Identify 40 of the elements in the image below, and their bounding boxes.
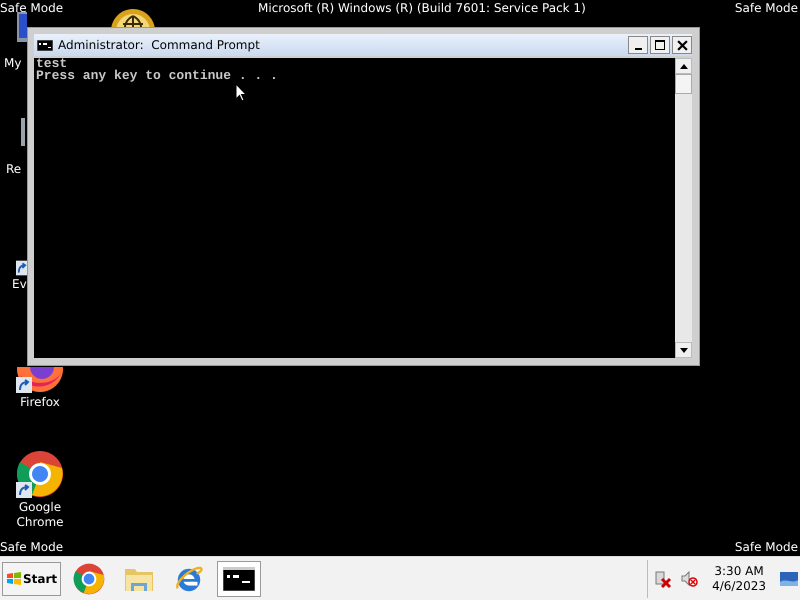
up-arrow-icon: [680, 64, 688, 68]
scroll-up-button[interactable]: [675, 58, 692, 74]
minimize-icon: [634, 48, 642, 50]
icon-label[interactable]: Re: [6, 162, 22, 177]
icon-label[interactable]: Google Chrome: [5, 500, 75, 530]
console-taskbar-button[interactable]: [217, 560, 262, 596]
safe-mode-label: Safe Mode: [0, 1, 64, 15]
clock-time[interactable]: 3:30 AM: [714, 564, 764, 578]
network-error-icon[interactable]: [654, 570, 672, 588]
maximize-icon: [655, 40, 665, 50]
build-label: Microsoft (R) Windows (R) (Build 7601: Service Pack 1): [258, 1, 586, 15]
console-icon: [223, 566, 256, 590]
safe-mode-label: Safe Mode: [734, 540, 798, 554]
speaker-muted-icon[interactable]: [680, 570, 698, 588]
mouse-pointer-icon: [235, 83, 247, 102]
safe-mode-label: Safe Mode: [734, 1, 798, 15]
icon-label[interactable]: Firefox: [5, 395, 75, 410]
console-line: Press any key to continue . . .: [36, 70, 278, 82]
windows-logo-icon: [6, 570, 22, 586]
browser-e-icon: [174, 564, 204, 594]
console-line: test: [36, 58, 68, 70]
close-button[interactable]: [672, 36, 692, 54]
chrome-icon: [73, 562, 106, 594]
shortcut-icon[interactable]: [16, 260, 27, 276]
minimize-button[interactable]: [628, 36, 648, 54]
chrome-icon[interactable]: [16, 450, 64, 498]
maximize-button[interactable]: [650, 36, 670, 54]
clock-date[interactable]: 4/6/2023: [712, 578, 766, 594]
scroll-down-button[interactable]: [675, 342, 692, 358]
safe-mode-label: Safe Mode: [0, 540, 64, 554]
start-button[interactable]: Start: [2, 562, 62, 596]
down-arrow-icon: [680, 348, 688, 352]
show-desktop-icon[interactable]: [780, 572, 798, 586]
scroll-thumb[interactable]: [675, 74, 692, 94]
icon-label[interactable]: My: [4, 56, 22, 71]
console-icon: [37, 40, 53, 50]
scrollbar[interactable]: [675, 58, 692, 358]
icon-label[interactable]: Ev: [12, 277, 27, 292]
window-title: Administrator: Command Prompt: [58, 38, 260, 52]
close-icon: [676, 40, 688, 50]
